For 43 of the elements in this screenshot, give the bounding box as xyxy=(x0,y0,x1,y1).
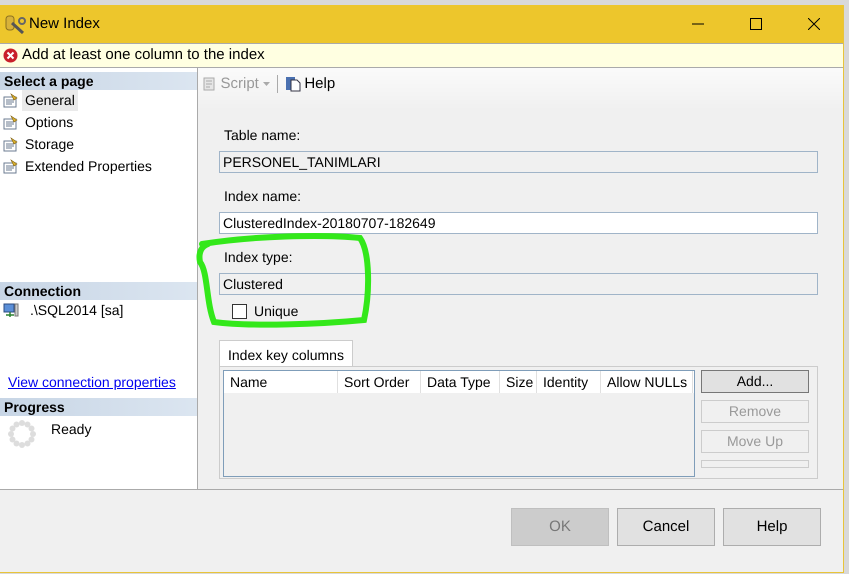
page-item[interactable]: General xyxy=(22,90,78,111)
dropdown-caret-icon xyxy=(262,82,270,86)
section-header: Select a page xyxy=(0,72,197,90)
spinner-icon xyxy=(7,419,37,449)
computer-icon xyxy=(3,302,19,318)
help-toolbar-button[interactable]: Help xyxy=(284,72,336,96)
key-wrench-icon xyxy=(4,13,26,35)
field-label: Table name: xyxy=(223,126,302,145)
column-header[interactable]: Identity xyxy=(537,371,601,393)
document-icon xyxy=(284,76,301,92)
tab[interactable]: Index key columns xyxy=(219,340,353,366)
text-field[interactable]: ClusteredIndex-20180707-182649 xyxy=(219,212,818,234)
section-header: Progress xyxy=(0,398,197,416)
close-icon xyxy=(808,18,820,30)
column-header[interactable]: Name xyxy=(224,371,338,393)
field-label: Index type: xyxy=(223,248,294,267)
page-item[interactable]: Options xyxy=(22,112,76,133)
column-header[interactable]: Sort Order xyxy=(338,371,421,393)
field-label: Index name: xyxy=(223,187,302,206)
checkbox-label: Unique xyxy=(254,302,298,321)
scroll-icon xyxy=(201,76,217,92)
page-item[interactable]: Storage xyxy=(22,134,78,155)
error-icon xyxy=(3,48,18,63)
unique-checkbox[interactable] xyxy=(232,304,247,318)
error-message: Add at least one column to the index xyxy=(22,45,265,66)
maximize-icon xyxy=(750,18,762,30)
cut-off-button[interactable] xyxy=(701,460,809,468)
server-name: .\SQL2014 [sa] xyxy=(29,301,124,320)
page-item[interactable]: Extended Properties xyxy=(22,156,155,177)
grid-action-button[interactable]: Add... xyxy=(701,370,809,393)
progress-status: Ready xyxy=(51,420,92,439)
column-header[interactable]: Allow NULLs xyxy=(601,371,693,393)
section-header: Connection xyxy=(0,282,197,300)
page-icon xyxy=(3,115,18,130)
page-icon xyxy=(3,93,18,108)
page-icon xyxy=(3,159,18,174)
page-icon xyxy=(3,137,18,152)
column-header[interactable]: Data Type xyxy=(421,371,500,393)
dialog-button[interactable]: Help xyxy=(723,508,821,546)
dialog-button[interactable]: Cancel xyxy=(617,508,715,546)
window-title: New Index xyxy=(29,14,100,34)
connection-properties-link[interactable]: View connection properties xyxy=(8,374,176,390)
column-header[interactable]: Size xyxy=(500,371,537,393)
